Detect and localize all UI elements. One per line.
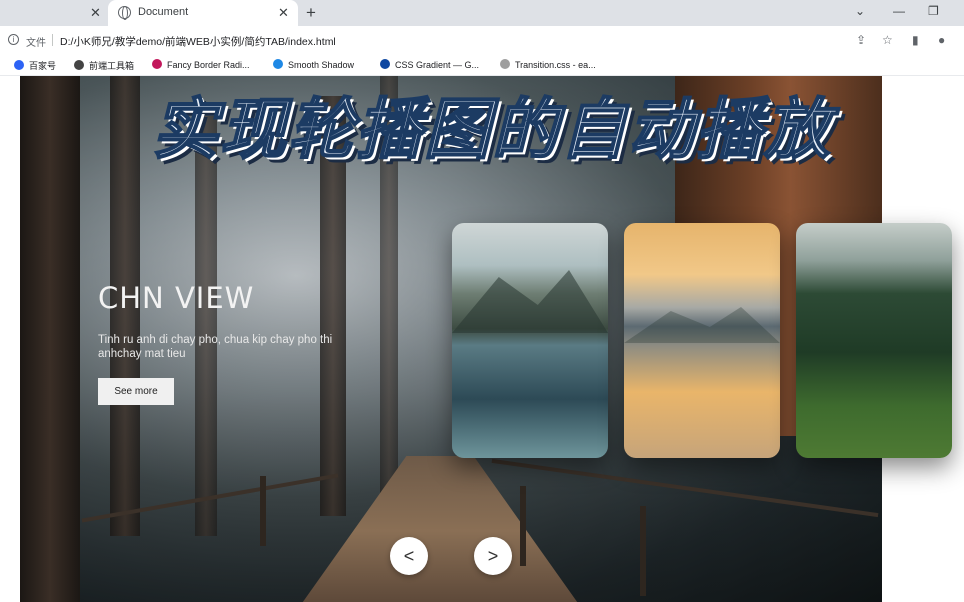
bookmark-label: Smooth Shadow — [288, 60, 355, 70]
bookmark-item[interactable]: 前端工具箱 — [74, 59, 134, 72]
mountain-silhouette — [624, 307, 780, 343]
globe-icon — [118, 6, 131, 20]
close-tab-icon[interactable]: ✕ — [90, 5, 101, 21]
hero-description: Tinh ru anh di chay pho, chua kip chay p… — [98, 334, 333, 360]
address-bar: i 文件 D:/小K师兄/教学demo/前端WEB小实例/简约TAB/index… — [0, 26, 964, 54]
bookmark-favicon-icon — [152, 59, 162, 69]
tab-title: Document — [138, 6, 189, 18]
bookmark-item[interactable]: Transition.css - ea... — [500, 59, 596, 70]
prev-button[interactable]: < — [390, 537, 428, 575]
railing-post — [260, 476, 266, 546]
bookmark-favicon-icon — [273, 59, 283, 69]
hero-text: CHN VIEW Tinh ru anh di chay pho, chua k… — [98, 281, 358, 361]
tab-active[interactable]: Document ✕ — [108, 0, 298, 26]
bookmark-label: Transition.css - ea... — [515, 60, 596, 70]
bookmark-favicon-icon — [380, 59, 390, 69]
bookmarks-bar: 百家号 前端工具箱 Fancy Border Radi... Smooth Sh… — [0, 54, 964, 76]
url-field[interactable]: D:/小K师兄/教学demo/前端WEB小实例/简约TAB/index.html — [60, 34, 336, 49]
file-label: 文件 — [26, 38, 46, 49]
railing-post — [640, 506, 646, 596]
hero-heading: CHN VIEW — [98, 281, 255, 315]
divider — [52, 34, 53, 46]
minimize-icon[interactable]: — — [893, 4, 905, 18]
star-icon[interactable]: ☆ — [882, 33, 893, 47]
railing-post — [520, 486, 526, 566]
bookmark-item[interactable]: Fancy Border Radi... — [152, 59, 250, 70]
restore-icon[interactable]: ❐ — [928, 4, 939, 18]
tab-previous[interactable]: ✕ — [0, 0, 108, 26]
bookmark-label: CSS Gradient — G... — [395, 60, 480, 70]
bookmark-item[interactable]: Smooth Shadow — [273, 59, 354, 70]
bookmark-item[interactable]: CSS Gradient — G... — [380, 59, 479, 70]
tab-bar: ✕ Document ✕ + ⌄ — ❐ — [0, 0, 964, 26]
bookmark-item[interactable]: 百家号 — [14, 59, 56, 72]
bookmark-favicon-icon — [74, 60, 84, 70]
railing — [491, 458, 879, 518]
tab-list-icon[interactable]: ⌄ — [855, 4, 865, 18]
see-more-button[interactable]: See more — [98, 378, 174, 405]
carousel-card-mountain-lake[interactable] — [452, 223, 608, 458]
carousel-card-sunset-lake[interactable] — [624, 223, 780, 458]
bookmark-label: Fancy Border Radi... — [167, 60, 250, 70]
new-tab-button[interactable]: + — [306, 3, 316, 23]
bookmark-favicon-icon — [14, 60, 24, 70]
close-tab-icon[interactable]: ✕ — [278, 5, 289, 21]
carousel-card-forest[interactable] — [796, 223, 952, 458]
next-button[interactable]: > — [474, 537, 512, 575]
bookmark-favicon-icon — [500, 59, 510, 69]
page-viewport: 实现轮播图的自动播放 CHN VIEW Tinh ru anh di chay … — [0, 76, 964, 602]
bookmark-label: 百家号 — [29, 61, 57, 71]
mountain-silhouette — [452, 270, 608, 333]
tree-trunk — [20, 76, 80, 602]
info-icon[interactable]: i — [8, 34, 19, 45]
bookmark-label: 前端工具箱 — [89, 61, 135, 71]
profile-icon[interactable]: ● — [938, 33, 945, 47]
sidepanel-icon[interactable]: ▮ — [912, 33, 919, 47]
share-icon[interactable]: ⇪ — [856, 33, 866, 47]
overlay-title: 实现轮播图的自动播放 — [151, 90, 832, 169]
